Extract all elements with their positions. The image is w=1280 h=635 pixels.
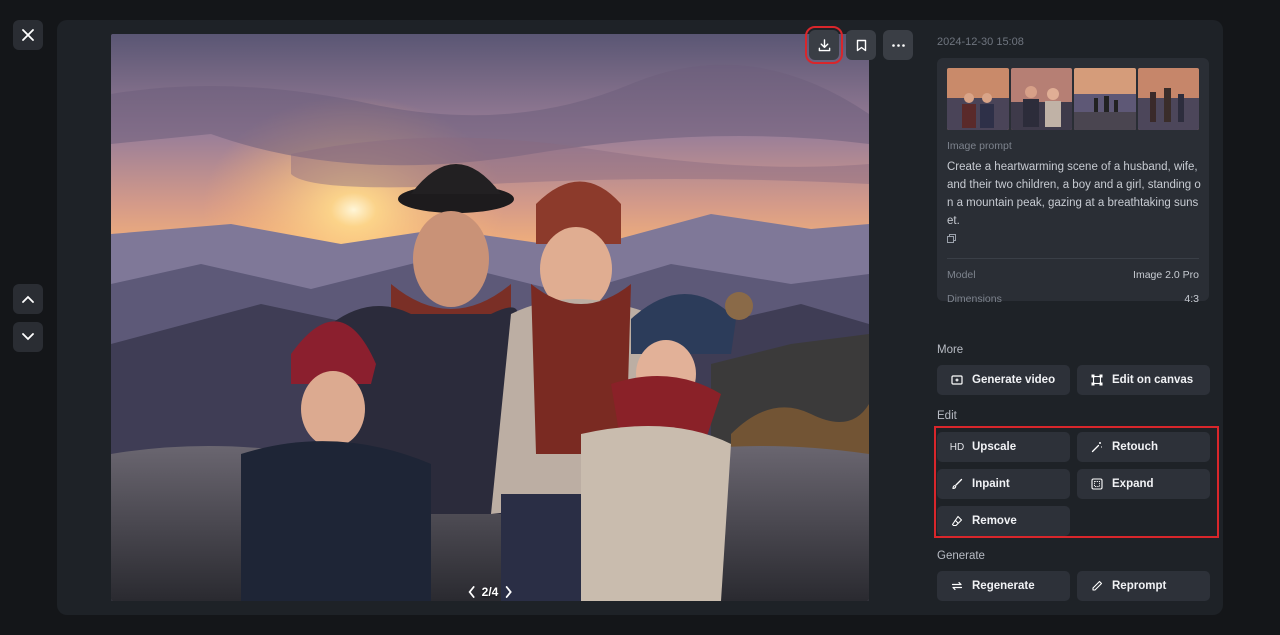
pager-next-button[interactable] <box>504 586 512 598</box>
more-buttons: Generate video Edit on canvas <box>937 365 1210 395</box>
created-timestamp: 2024-12-30 15:08 <box>937 36 1024 48</box>
thumbnail-strip <box>947 68 1199 130</box>
details-sidebar: 2024-12-30 15:08 Image prompt Create a h… <box>937 20 1210 615</box>
copy-prompt-button[interactable] <box>947 234 956 243</box>
prompt-text: Create a heartwarming scene of a husband… <box>947 161 1201 227</box>
thumbnail-2[interactable] <box>1010 68 1072 130</box>
generate-video-button[interactable]: Generate video <box>937 365 1070 395</box>
remove-button[interactable]: Remove <box>937 506 1070 536</box>
upscale-button[interactable]: HD Upscale <box>937 432 1070 462</box>
section-more-title: More <box>937 344 964 356</box>
next-image-button[interactable] <box>13 322 43 352</box>
download-icon <box>818 38 830 51</box>
retouch-button[interactable]: Retouch <box>1077 432 1210 462</box>
previous-image-button[interactable] <box>13 284 43 314</box>
close-icon <box>22 29 34 41</box>
image-actions <box>805 26 913 64</box>
bookmark-button[interactable] <box>846 30 876 60</box>
prompt-label: Image prompt <box>947 140 1012 152</box>
bookmark-icon <box>856 39 866 51</box>
magic-wand-icon <box>1090 441 1104 453</box>
brush-icon <box>950 478 964 490</box>
eraser-icon <box>950 515 964 527</box>
image-detail-panel: 2/4 2024-12-30 15:08 Image prompt Create… <box>57 20 1223 615</box>
more-options-button[interactable] <box>883 30 913 60</box>
section-generate-title: Generate <box>937 550 985 562</box>
pencil-icon <box>1090 580 1104 592</box>
edit-on-canvas-button[interactable]: Edit on canvas <box>1077 365 1210 395</box>
meta-dimensions: Dimensions 4:3 <box>947 293 1199 305</box>
thumbnail-1[interactable] <box>947 68 1009 130</box>
copy-icon <box>947 234 956 243</box>
regenerate-icon <box>950 580 964 592</box>
close-button[interactable] <box>13 20 43 50</box>
edit-buttons: HD Upscale Retouch Inpaint Expand Remove <box>937 432 1210 536</box>
thumbnail-3[interactable] <box>1074 68 1136 130</box>
canvas-icon <box>1090 374 1104 386</box>
generate-buttons: Regenerate Reprompt <box>937 571 1210 601</box>
expand-button[interactable]: Expand <box>1077 469 1210 499</box>
hd-icon: HD <box>949 441 965 453</box>
chevron-right-icon <box>505 586 512 598</box>
ellipsis-icon <box>891 43 905 47</box>
thumbnail-4[interactable] <box>1137 68 1199 130</box>
regenerate-button[interactable]: Regenerate <box>937 571 1070 601</box>
meta-model: Model Image 2.0 Pro <box>947 269 1199 281</box>
pager-prev-button[interactable] <box>468 586 476 598</box>
chevron-left-icon <box>468 586 475 598</box>
chevron-down-icon <box>22 333 34 341</box>
divider <box>947 258 1199 259</box>
video-plus-icon <box>950 374 964 386</box>
chevron-up-icon <box>22 295 34 303</box>
main-image: 2/4 <box>111 34 869 601</box>
pager-count: 2/4 <box>481 585 499 599</box>
download-button[interactable] <box>805 26 843 64</box>
reprompt-button[interactable]: Reprompt <box>1077 571 1210 601</box>
expand-icon <box>1090 478 1104 490</box>
image-pager: 2/4 <box>468 585 513 599</box>
inpaint-button[interactable]: Inpaint <box>937 469 1070 499</box>
prompt-info-card: Image prompt Create a heartwarming scene… <box>937 58 1209 305</box>
section-edit-title: Edit <box>937 410 957 422</box>
